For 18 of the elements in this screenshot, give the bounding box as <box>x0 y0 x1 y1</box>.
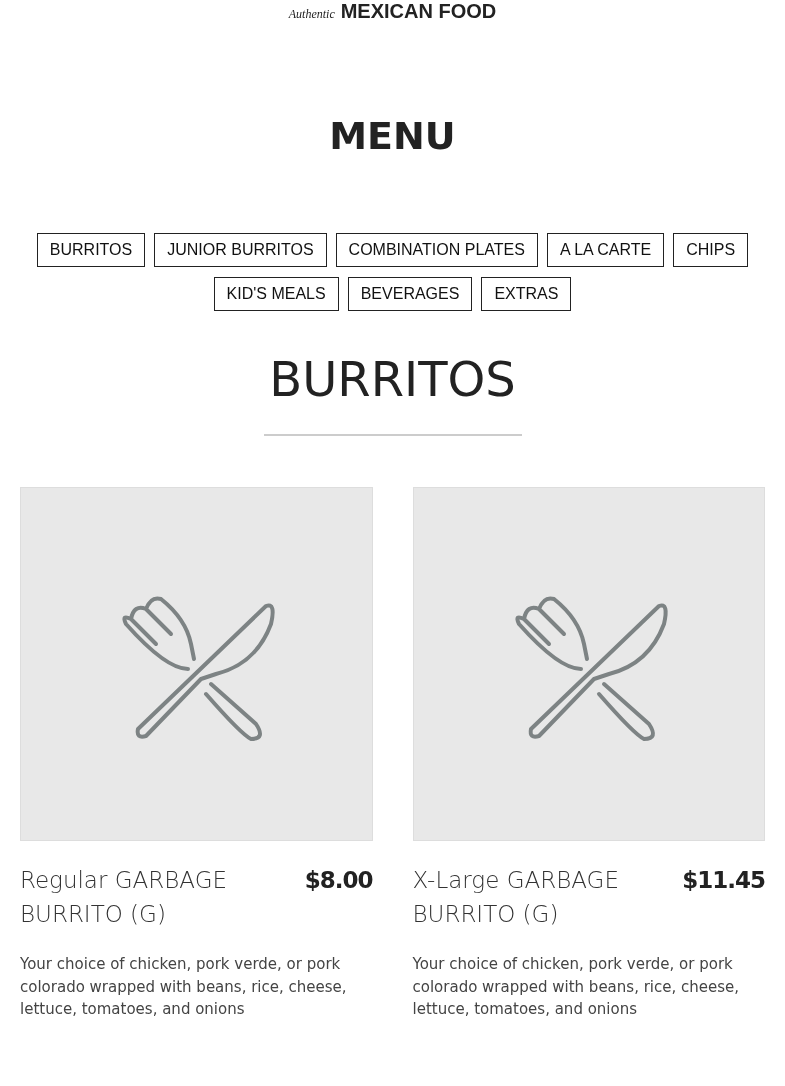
category-button[interactable]: A LA CARTE <box>546 233 665 267</box>
item-description: Your choice of chicken, pork verde, or pork colorado wrapped with beans, rice, cheese, lettuce, tomatoes, and onions <box>20 954 348 1020</box>
category-button[interactable]: EXTRAS <box>481 277 572 311</box>
category-button[interactable]: JUNIOR BURRITOS <box>154 233 327 267</box>
category-button[interactable]: BEVERAGES <box>347 277 473 311</box>
category-button[interactable]: COMBINATION PLATES <box>335 233 538 267</box>
item-price: $8.00 <box>304 866 373 895</box>
category-button[interactable]: CHIPS <box>673 233 749 267</box>
item-name: X-Large GARBAGE BURRITO (G) <box>412 866 620 929</box>
category-button[interactable]: BURRITOS <box>36 233 146 267</box>
category-button[interactable]: KID'S MEALS <box>213 277 339 311</box>
logo-text: MEXICAN FOOD <box>340 0 497 23</box>
page-title: MENU <box>328 113 457 160</box>
item-price: $11.45 <box>682 866 765 895</box>
item-name: Regular GARBAGE BURRITO (G) <box>20 866 228 929</box>
item-description: Your choice of chicken, pork verde, or pork colorado wrapped with beans, rice, cheese, lettuce, tomatoes, and onions <box>412 954 741 1020</box>
logo-script-text: Authentic <box>288 7 335 22</box>
section-heading: BURRITOS <box>268 350 517 409</box>
